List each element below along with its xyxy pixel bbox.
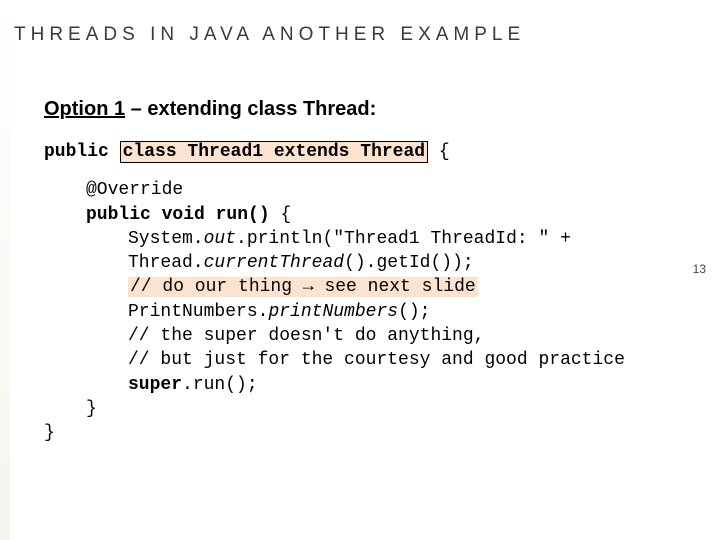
page-number: 13 — [693, 262, 706, 276]
slide-subtitle: Option 1 – extending class Thread: — [44, 98, 376, 121]
code-line-2: @Override — [44, 178, 625, 202]
printnumbers-method: printNumbers — [268, 302, 398, 322]
class-decl-text: class Thread1 extends Thread — [123, 142, 425, 162]
super-run-call: .run(); — [182, 375, 258, 395]
method-run: run() — [216, 205, 270, 225]
brace-open: { — [428, 142, 450, 162]
code-line-1: public class Thread1 extends Thread { — [44, 140, 625, 164]
thread-class: Thread. — [128, 253, 204, 273]
subtitle-rest: – extending class Thread: — [125, 98, 376, 120]
arrow-icon: → — [303, 277, 314, 297]
kw-super: super — [128, 375, 182, 395]
sys: System. — [128, 229, 204, 249]
println-call: .println("Thread1 ThreadId: " + — [236, 229, 571, 249]
comment-do-thing: // do our thing — [130, 277, 303, 297]
brace-open-2: { — [270, 205, 292, 225]
code-line-4: System.out.println("Thread1 ThreadId: " … — [44, 227, 625, 251]
comment-highlight: // do our thing → see next slide — [128, 277, 478, 297]
code-line-11: } — [44, 397, 625, 421]
call-end: (); — [398, 302, 430, 322]
code-line-7: PrintNumbers.printNumbers(); — [44, 300, 625, 324]
code-line-10: super.run(); — [44, 373, 625, 397]
getid-call: ().getId()); — [344, 253, 474, 273]
blank-line — [44, 164, 625, 178]
kw-public-void: public void — [86, 205, 216, 225]
kw-public: public — [44, 142, 120, 162]
code-line-9: // but just for the courtesy and good pr… — [44, 348, 625, 372]
code-line-12: } — [44, 421, 625, 445]
decorative-sidebar — [0, 0, 10, 540]
code-line-8: // the super doesn't do anything, — [44, 324, 625, 348]
out-field: out — [204, 229, 236, 249]
code-line-3: public void run() { — [44, 203, 625, 227]
slide-title: THREADS IN JAVA ANOTHER EXAMPLE — [14, 24, 525, 46]
printnumbers-class: PrintNumbers. — [128, 302, 268, 322]
code-line-5: Thread.currentThread().getId()); — [44, 251, 625, 275]
comment-next-slide: see next slide — [314, 277, 476, 297]
class-decl-highlight: class Thread1 extends Thread — [120, 141, 428, 163]
code-block: public class Thread1 extends Thread { @O… — [44, 140, 625, 446]
subtitle-option: Option 1 — [44, 98, 125, 120]
code-line-6: // do our thing → see next slide — [44, 275, 625, 299]
current-thread-call: currentThread — [204, 253, 344, 273]
